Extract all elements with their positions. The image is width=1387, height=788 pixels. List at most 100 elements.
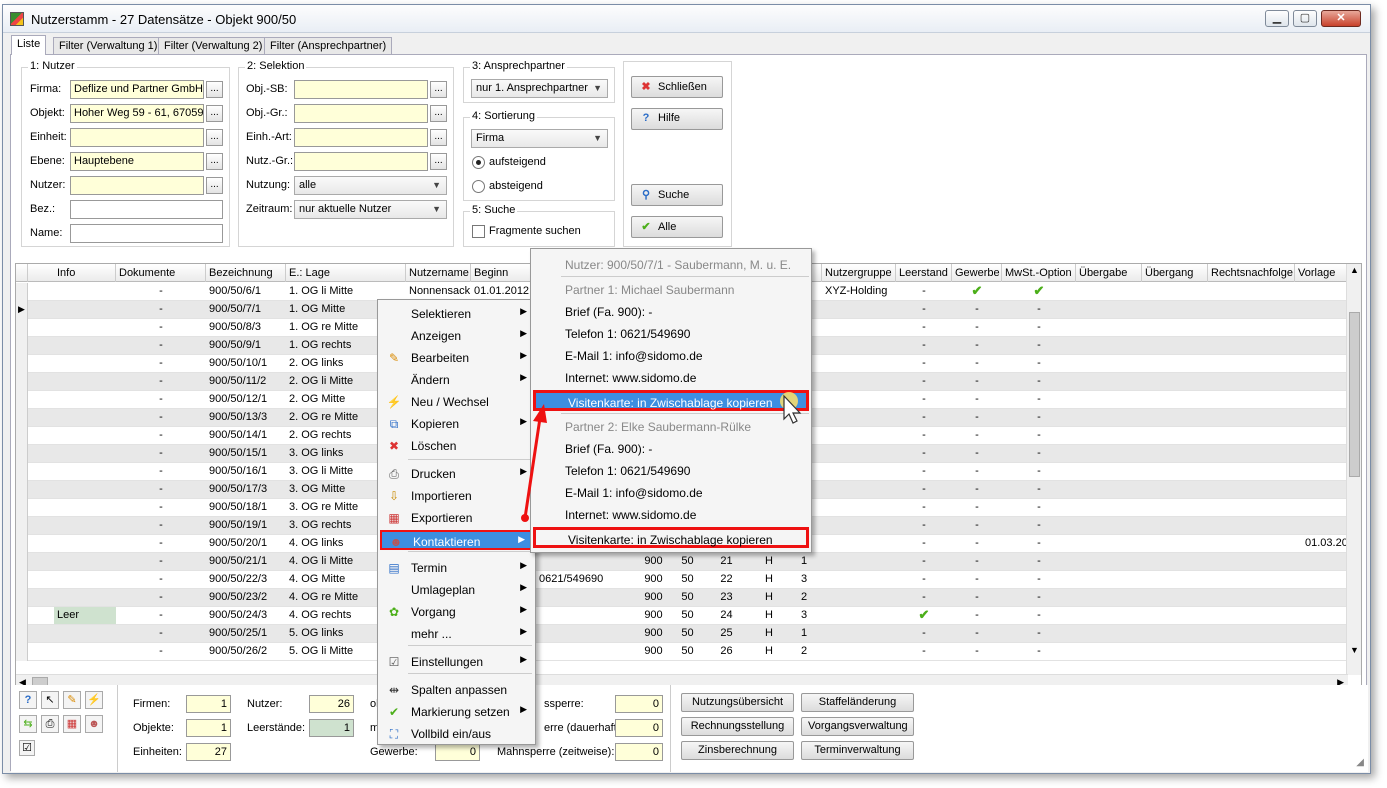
menu-item-termin[interactable]: ▤ Termin ▶ xyxy=(380,558,533,578)
row-indicator[interactable] xyxy=(16,553,28,571)
name-field[interactable] xyxy=(70,224,223,243)
objgr-browse-button[interactable]: ... xyxy=(430,105,447,122)
pencil-icon[interactable]: ✎ xyxy=(63,691,81,709)
row-indicator[interactable] xyxy=(16,319,28,337)
zinsberechnung-button[interactable]: Zinsberechnung xyxy=(681,741,794,760)
submenu-item[interactable]: Brief (Fa. 900): - xyxy=(533,439,809,460)
row-indicator[interactable] xyxy=(16,373,28,391)
staffelaenderung-button[interactable]: Staffeländerung xyxy=(801,693,914,712)
copy-vcard-menu-item[interactable]: Visitenkarte: in Zwischablage kopieren xyxy=(533,527,809,548)
close-button[interactable]: ✕ xyxy=(1321,10,1361,27)
firma-browse-button[interactable]: ... xyxy=(206,81,223,98)
alle-button[interactable]: ✔ Alle xyxy=(631,216,723,238)
table-row[interactable]: Leer-900/50/24/34. OG rechts<<Leerstand>… xyxy=(16,607,1348,625)
chevron-up-icon[interactable]: ▲ xyxy=(1350,265,1359,275)
row-indicator[interactable] xyxy=(16,499,28,517)
contacts-icon[interactable]: ☻ xyxy=(85,715,103,733)
tab-filter-verwaltung-2[interactable]: Filter (Verwaltung 2) xyxy=(158,37,269,55)
nutzgr-browse-button[interactable]: ... xyxy=(430,153,447,170)
row-indicator[interactable] xyxy=(16,463,28,481)
help-icon[interactable]: ? xyxy=(19,691,37,709)
column-header[interactable]: Übergang xyxy=(1142,264,1208,282)
submenu-item[interactable]: E-Mail 1: info@sidomo.de xyxy=(533,483,809,504)
maximize-button[interactable]: ▢ xyxy=(1293,10,1317,27)
minimize-button[interactable]: ▁ xyxy=(1265,10,1289,27)
row-indicator[interactable] xyxy=(16,283,28,301)
column-header[interactable]: Bezeichnung xyxy=(206,264,286,282)
einhart-field[interactable] xyxy=(294,128,428,147)
schliessen-button[interactable]: ✖ Schließen xyxy=(631,76,723,98)
ansprechpartner-select[interactable]: nur 1. Ansprechpartner ▼ xyxy=(471,79,608,98)
checkbox-icon[interactable]: ☑ xyxy=(19,740,35,756)
objgr-field[interactable] xyxy=(294,104,428,123)
column-header[interactable]: Vorlage xyxy=(1295,264,1348,282)
menu-item-anzeigen[interactable]: Anzeigen ▶ xyxy=(380,326,533,346)
pointer-icon[interactable]: ↖ xyxy=(41,691,59,709)
copy-vcard-menu-item[interactable]: Visitenkarte: in Zwischablage kopieren xyxy=(533,390,809,411)
objekt-browse-button[interactable]: ... xyxy=(206,105,223,122)
column-header[interactable]: Leerstand xyxy=(896,264,952,282)
row-indicator[interactable] xyxy=(16,427,28,445)
menu-item-vorgang[interactable]: ✿ Vorgang ▶ xyxy=(380,602,533,622)
row-indicator[interactable]: ▶ xyxy=(16,301,28,319)
chevron-down-icon[interactable]: ▼ xyxy=(1350,645,1359,655)
column-header[interactable]: Gewerbe xyxy=(952,264,1002,282)
zeitraum-select[interactable]: nur aktuelle Nutzer ▼ xyxy=(294,200,447,219)
menu-item-spalten-anpassen[interactable]: ⇹ Spalten anpassen xyxy=(380,680,533,700)
row-indicator[interactable] xyxy=(16,535,28,553)
row-indicator[interactable] xyxy=(16,517,28,535)
swap-icon[interactable]: ⇆ xyxy=(19,715,37,733)
einhart-browse-button[interactable]: ... xyxy=(430,129,447,146)
column-header[interactable]: MwSt.-Option xyxy=(1002,264,1076,282)
menu-item-neu-wechsel[interactable]: ⚡ Neu / Wechsel xyxy=(380,392,533,412)
menu-item-mehr[interactable]: mehr ... ▶ xyxy=(380,624,533,644)
objsb-field[interactable] xyxy=(294,80,428,99)
einheit-field[interactable] xyxy=(70,128,204,147)
submenu-item[interactable]: E-Mail 1: info@sidomo.de xyxy=(533,346,809,367)
nutzung-select[interactable]: alle ▼ xyxy=(294,176,447,195)
table-row[interactable]: -900/50/21/14. OG li MitteWald, Gabriele… xyxy=(16,553,1348,571)
bez-field[interactable] xyxy=(70,200,223,219)
vorgangsverwaltung-button[interactable]: Vorgangsverwaltung xyxy=(801,717,914,736)
einheit-browse-button[interactable]: ... xyxy=(206,129,223,146)
submenu-item[interactable]: Internet: www.sidomo.de xyxy=(533,505,809,526)
sortierung-select[interactable]: Firma ▼ xyxy=(471,129,608,148)
column-header[interactable]: Beginn xyxy=(471,264,536,282)
table-row[interactable]: -900/50/25/15. OG linksHagendorn, Sabina… xyxy=(16,625,1348,643)
row-indicator[interactable] xyxy=(16,589,28,607)
tab-liste[interactable]: Liste xyxy=(11,35,47,55)
menu-item-markierung-setzen[interactable]: ✔ Markierung setzen ▶ xyxy=(380,702,533,722)
row-indicator[interactable] xyxy=(16,409,28,427)
lightning-icon[interactable]: ⚡ xyxy=(85,691,103,709)
column-header[interactable]: Übergabe xyxy=(1076,264,1142,282)
menu-item-drucken[interactable]: ⎙ Drucken ▶ xyxy=(380,464,533,484)
submenu-item[interactable]: Internet: www.sidomo.de xyxy=(533,368,809,389)
table-row[interactable]: -900/50/22/34. OG MitteWaschmann, Heidi0… xyxy=(16,571,1348,589)
export-icon[interactable]: ▦ xyxy=(63,715,81,733)
vertical-scrollbar[interactable]: ▲ ▼ xyxy=(1346,264,1361,675)
printer-icon[interactable]: ⎙ xyxy=(41,715,59,733)
row-indicator[interactable] xyxy=(16,391,28,409)
menu-item-importieren[interactable]: ⇩ Importieren xyxy=(380,486,533,506)
row-indicator[interactable] xyxy=(16,337,28,355)
menu-item-kopieren[interactable]: ⧉ Kopieren ▶ xyxy=(380,414,533,434)
resize-grip-icon[interactable]: ◢ xyxy=(1356,757,1364,768)
menu-item-ändern[interactable]: Ändern ▶ xyxy=(380,370,533,390)
column-header[interactable]: Nutzergruppe xyxy=(822,264,896,282)
menu-item-einstellungen[interactable]: ☑ Einstellungen ▶ xyxy=(380,652,533,672)
row-indicator[interactable] xyxy=(16,625,28,643)
menu-item-löschen[interactable]: ✖ Löschen xyxy=(380,436,533,456)
tab-filter-verwaltung-1[interactable]: Filter (Verwaltung 1) xyxy=(53,37,164,55)
row-indicator[interactable] xyxy=(16,607,28,625)
menu-item-vollbild-ein-aus[interactable]: ⛶ Vollbild ein/aus xyxy=(380,724,533,744)
tab-filter-ansprechpartner[interactable]: Filter (Ansprechpartner) xyxy=(264,37,393,55)
menu-item-umlageplan[interactable]: Umlageplan ▶ xyxy=(380,580,533,600)
objekt-field[interactable]: Hoher Weg 59 - 61, 67059 xyxy=(70,104,204,123)
menu-item-kontaktieren[interactable]: ☻ Kontaktieren ▶ xyxy=(380,530,533,550)
row-indicator[interactable] xyxy=(16,445,28,463)
firma-field[interactable]: Deflize und Partner GmbH xyxy=(70,80,204,99)
table-row[interactable]: -900/50/26/25. OG li MitteFriedelbert, L… xyxy=(16,643,1348,661)
nutzgr-field[interactable] xyxy=(294,152,428,171)
column-header[interactable]: Dokumente xyxy=(116,264,206,282)
column-header[interactable]: Rechtsnachfolge xyxy=(1208,264,1295,282)
